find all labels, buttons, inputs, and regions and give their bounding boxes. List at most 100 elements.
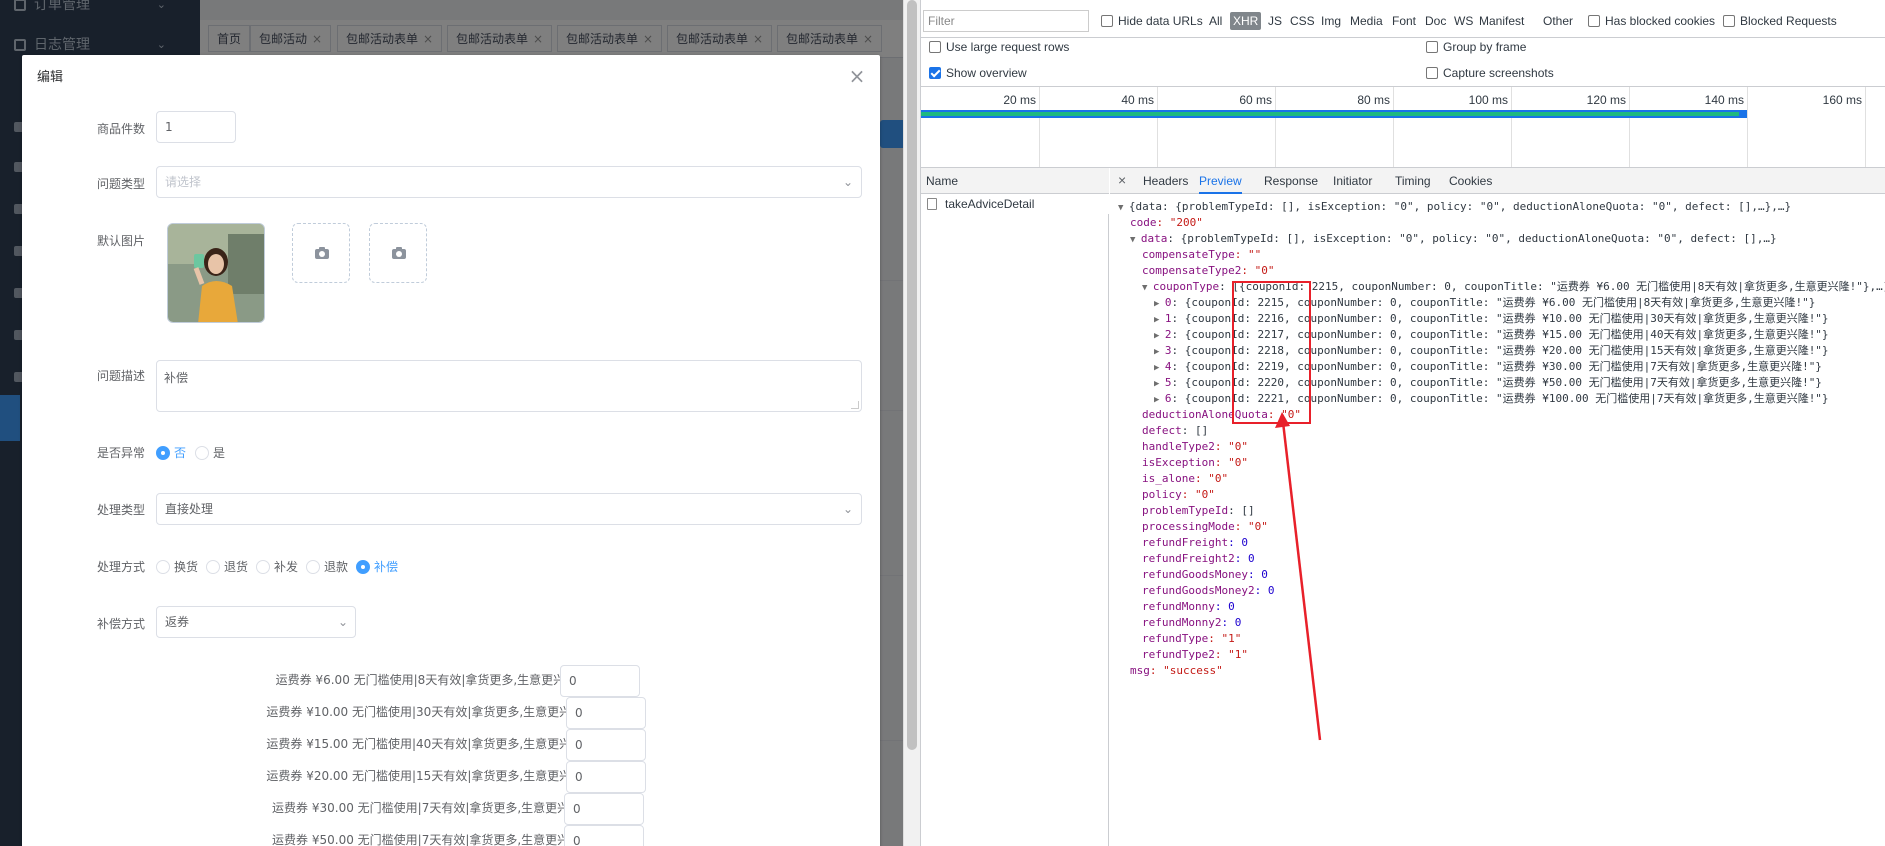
tab-headers[interactable]: Headers (1143, 168, 1188, 194)
collapsed-triangle-icon[interactable]: ▶ (1154, 347, 1165, 357)
capture-screenshots-checkbox[interactable]: Capture screenshots (1426, 66, 1554, 80)
type-filter-media[interactable]: Media (1347, 12, 1386, 30)
tab-timing[interactable]: Timing (1395, 168, 1431, 194)
problem-type-select[interactable]: 请选择 (156, 166, 862, 198)
coupon-quantity-input[interactable]: 0 (566, 697, 646, 729)
json-line: is_alone: "0" (1142, 471, 1228, 487)
collapsed-triangle-icon[interactable]: ▶ (1154, 299, 1165, 309)
has-blocked-cookies-checkbox[interactable]: Has blocked cookies (1588, 14, 1715, 28)
collapsed-triangle-icon[interactable]: ▶ (1154, 315, 1165, 325)
json-value: : [] (1228, 504, 1255, 517)
expanded-triangle-icon[interactable]: ▼ (1142, 283, 1153, 293)
json-value: : 0 (1247, 568, 1268, 581)
tab-initiator[interactable]: Initiator (1333, 168, 1372, 194)
json-line[interactable]: ▼ data: {problemTypeId: [], isException:… (1130, 231, 1777, 247)
type-filter-ws[interactable]: WS (1451, 12, 1476, 30)
timeline-label: 160 ms (1822, 93, 1862, 107)
timeline-label: 80 ms (1357, 93, 1390, 107)
json-line[interactable]: ▶ 3: {couponId: 2218, couponNumber: 0, c… (1154, 343, 1829, 359)
json-value: : {couponId: 2219, couponNumber: 0, coup… (1171, 360, 1822, 373)
filter-input[interactable]: Filter (923, 10, 1089, 32)
tab-preview[interactable]: Preview (1199, 168, 1242, 194)
hide-data-urls-checkbox[interactable]: Hide data URLs (1101, 14, 1203, 28)
coupon-quantity-input[interactable]: 0 (560, 665, 640, 697)
collapsed-triangle-icon[interactable]: ▶ (1154, 379, 1165, 389)
json-key: policy (1142, 488, 1182, 501)
radio-handle-exchange[interactable]: 换货 (156, 558, 198, 575)
type-filter-font[interactable]: Font (1389, 12, 1419, 30)
radio-checked-icon (356, 559, 370, 574)
collapsed-triangle-icon[interactable]: ▶ (1154, 363, 1165, 373)
devtools-network-panel: Filter Hide data URLs All XHR JS CSS Img… (920, 0, 1885, 846)
large-rows-checkbox[interactable]: Use large request rows (929, 40, 1069, 54)
request-list: Name takeAdviceDetail (921, 168, 1109, 846)
radio-handle-refund[interactable]: 退款 (306, 558, 348, 575)
is-exception-label: 是否异常 (97, 446, 146, 460)
chevron-down-icon: ⌄ (843, 175, 854, 189)
blocked-requests-checkbox[interactable]: Blocked Requests (1723, 14, 1837, 28)
type-filter-manifest[interactable]: Manifest (1476, 12, 1527, 30)
coupon-label: 运费券 ¥20.00 无门槛使用|15天有效|拿货更多,生意更兴隆! (266, 769, 588, 783)
json-line[interactable]: ▼ {data: {problemTypeId: [], isException… (1118, 199, 1791, 215)
type-filter-css[interactable]: CSS (1287, 12, 1318, 30)
json-line[interactable]: ▼ couponType: [{couponId: 2215, couponNu… (1142, 279, 1885, 295)
handle-type-select[interactable]: 直接处理 (156, 493, 862, 525)
coupon-quantity-input[interactable]: 0 (564, 825, 644, 846)
json-key: refundFreight2 (1142, 552, 1235, 565)
handle-method-label: 处理方式 (97, 560, 146, 574)
close-icon[interactable]: × (1118, 168, 1126, 194)
scrollbar-thumb[interactable] (907, 0, 917, 750)
type-filter-xhr[interactable]: XHR (1230, 12, 1262, 30)
camera-icon (315, 247, 329, 259)
radio-handle-return[interactable]: 退货 (206, 558, 248, 575)
json-value: : "0" (1267, 408, 1301, 421)
json-line[interactable]: ▶ 5: {couponId: 2220, couponNumber: 0, c… (1154, 375, 1822, 391)
radio-is-exception-yes[interactable]: 是 (195, 444, 225, 461)
json-line[interactable]: ▶ 2: {couponId: 2217, couponNumber: 0, c… (1154, 327, 1829, 343)
window-scrollbar[interactable] (903, 0, 920, 846)
json-line[interactable]: ▶ 1: {couponId: 2216, couponNumber: 0, c… (1154, 311, 1829, 327)
json-line[interactable]: ▶ 0: {couponId: 2215, couponNumber: 0, c… (1154, 295, 1815, 311)
json-value: : 0 (1234, 552, 1255, 565)
tab-cookies[interactable]: Cookies (1449, 168, 1492, 194)
expanded-triangle-icon[interactable]: ▼ (1118, 203, 1129, 213)
image-uploader[interactable] (292, 223, 350, 283)
json-line[interactable]: ▶ 6: {couponId: 2221, couponNumber: 0, c… (1154, 391, 1829, 407)
quantity-label: 商品件数 (97, 122, 146, 136)
close-icon[interactable]: × (847, 66, 867, 87)
radio-unchecked-icon (306, 559, 320, 574)
expanded-triangle-icon[interactable]: ▼ (1130, 235, 1141, 245)
type-filter-all[interactable]: All (1206, 12, 1225, 30)
name-column-header[interactable]: Name (921, 168, 1109, 194)
json-line[interactable]: ▶ 4: {couponId: 2219, couponNumber: 0, c… (1154, 359, 1822, 375)
type-filter-other[interactable]: Other (1540, 12, 1576, 30)
json-line: policy: "0" (1142, 487, 1215, 503)
coupon-quantity-input[interactable]: 0 (566, 729, 646, 761)
type-filter-js[interactable]: JS (1265, 12, 1285, 30)
json-value: : 0 (1228, 536, 1248, 549)
radio-is-exception-no[interactable]: 否 (156, 444, 186, 461)
collapsed-triangle-icon[interactable]: ▶ (1154, 395, 1165, 405)
radio-unchecked-icon (206, 559, 220, 574)
timeline-overview[interactable]: 20 ms 40 ms 60 ms 80 ms 100 ms 120 ms 14… (921, 87, 1885, 167)
json-key: refundGoodsMoney (1142, 568, 1248, 581)
default-image-thumbnail[interactable] (167, 223, 265, 323)
timeline-gridline (1157, 87, 1158, 167)
image-uploader[interactable] (369, 223, 427, 283)
tab-response[interactable]: Response (1264, 168, 1318, 194)
timeline-label: 40 ms (1121, 93, 1154, 107)
group-by-frame-checkbox[interactable]: Group by frame (1426, 40, 1526, 54)
radio-handle-compensate[interactable]: 补偿 (356, 558, 398, 575)
resize-handle-icon[interactable] (851, 401, 859, 409)
coupon-quantity-input[interactable]: 0 (564, 793, 644, 825)
problem-desc-textarea[interactable]: 补偿 (156, 360, 862, 412)
compensate-select[interactable]: 返券 (156, 606, 356, 638)
type-filter-doc[interactable]: Doc (1422, 12, 1449, 30)
quantity-input[interactable]: 1 (156, 111, 236, 143)
request-row[interactable]: takeAdviceDetail (921, 194, 1109, 214)
coupon-quantity-input[interactable]: 0 (566, 761, 646, 793)
radio-handle-resend[interactable]: 补发 (256, 558, 298, 575)
show-overview-checkbox[interactable]: Show overview (929, 66, 1027, 80)
collapsed-triangle-icon[interactable]: ▶ (1154, 331, 1165, 341)
type-filter-img[interactable]: Img (1318, 12, 1344, 30)
